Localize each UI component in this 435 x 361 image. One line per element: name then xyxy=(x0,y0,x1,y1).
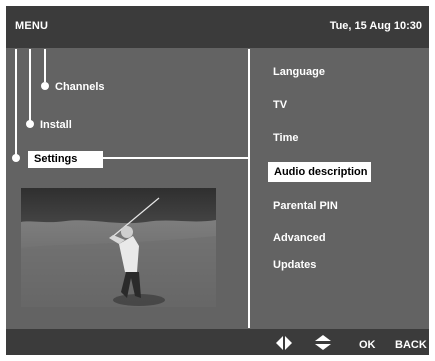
ok-button[interactable]: OK xyxy=(359,339,376,351)
tree-item-settings-label: Settings xyxy=(34,153,78,165)
column-divider xyxy=(248,49,250,328)
submenu-item-language[interactable]: Language xyxy=(273,66,325,78)
golfer-scene-image xyxy=(21,188,216,307)
tree-node-settings-dot xyxy=(12,154,20,162)
tree-line-channels xyxy=(44,49,46,82)
tree-line-settings xyxy=(15,49,17,160)
tv-preview-image xyxy=(21,188,216,307)
submenu-item-audio-description-label: Audio description xyxy=(274,166,368,178)
back-button[interactable]: BACK xyxy=(395,339,427,351)
tree-item-install[interactable]: Install xyxy=(40,119,72,131)
submenu-item-audio-description[interactable]: Audio description xyxy=(268,162,371,182)
tree-node-install-dot xyxy=(26,120,34,128)
submenu-item-time[interactable]: Time xyxy=(273,132,298,144)
submenu-item-parental-pin[interactable]: Parental PIN xyxy=(273,200,338,212)
submenu-item-updates[interactable]: Updates xyxy=(273,259,316,271)
left-right-arrows-icon xyxy=(276,336,292,350)
tree-node-channels-dot xyxy=(41,82,49,90)
submenu-item-tv[interactable]: TV xyxy=(273,99,287,111)
date-time: Tue, 15 Aug 10:30 xyxy=(329,20,422,32)
menu-screen: MENU Tue, 15 Aug 10:30 Channels Install … xyxy=(6,6,429,355)
tree-connector-line xyxy=(103,157,248,159)
menu-title: MENU xyxy=(15,20,49,32)
header-bar: MENU Tue, 15 Aug 10:30 xyxy=(6,6,429,48)
tree-item-channels[interactable]: Channels xyxy=(55,81,105,93)
submenu-item-advanced[interactable]: Advanced xyxy=(273,232,326,244)
tree-line-install xyxy=(29,49,31,121)
up-down-arrows-icon xyxy=(315,335,331,350)
tv-frame: MENU Tue, 15 Aug 10:30 Channels Install … xyxy=(0,0,435,361)
tree-item-settings[interactable]: Settings xyxy=(28,151,103,168)
